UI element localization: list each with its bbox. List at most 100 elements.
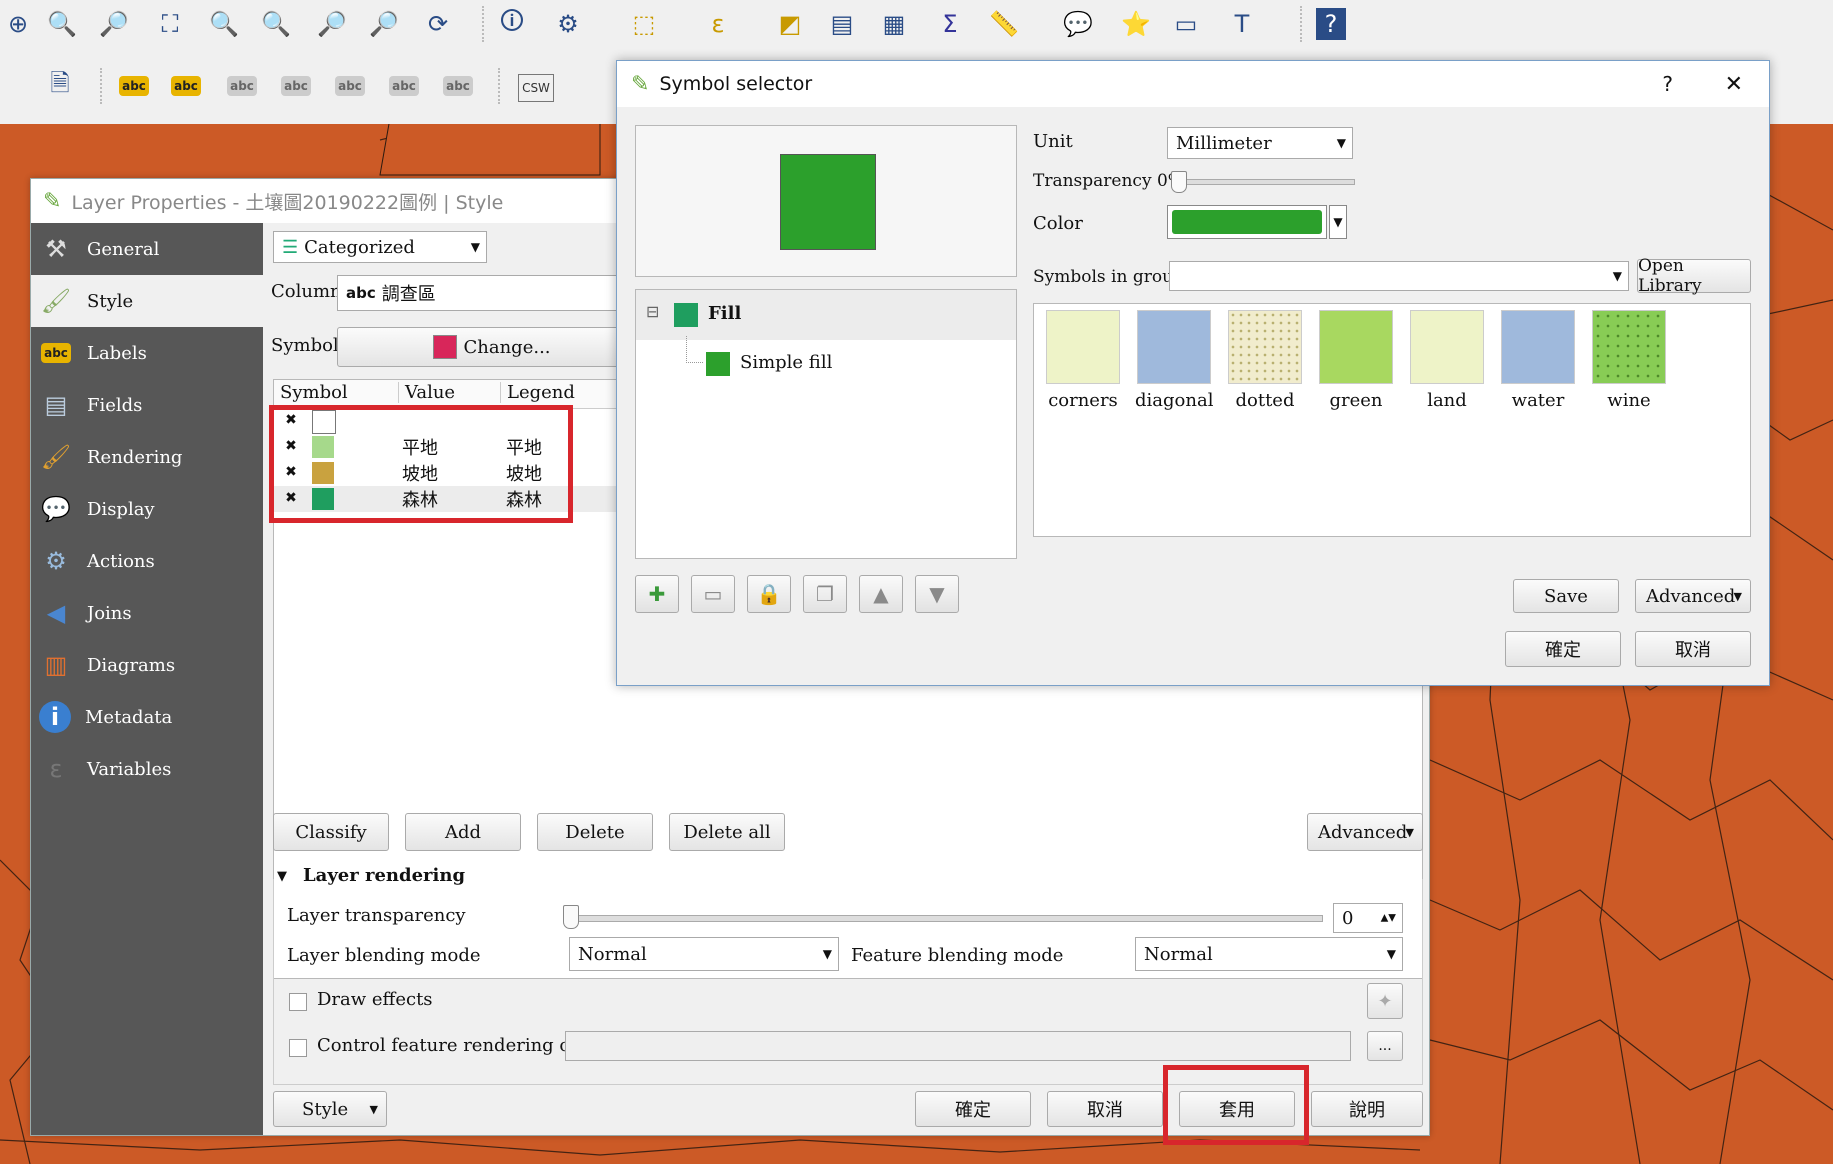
show-bookmarks-icon[interactable]: ▭ [1168, 6, 1204, 42]
sidebar-item-general[interactable]: ⚒ General [31, 223, 263, 275]
tree-item-fill[interactable]: ⊟ Fill [636, 290, 1016, 340]
map-tips-icon[interactable]: 💬 [1060, 6, 1096, 42]
symbol-diagonal[interactable]: diagonal [1135, 310, 1213, 411]
zoom-selection-icon[interactable]: 🔍 [206, 6, 242, 42]
classify-button[interactable]: Classify [273, 813, 389, 851]
layer-labeling-options-icon[interactable]: 🗎 [42, 68, 78, 104]
draw-effects-checkbox[interactable] [289, 993, 307, 1011]
help-icon[interactable]: ? [1316, 8, 1346, 40]
field-calculator-icon[interactable]: ▦ [876, 6, 912, 42]
unit-select[interactable]: Millimeter ▼ [1167, 127, 1353, 159]
symbol-group-select[interactable]: ▼ [1169, 261, 1629, 291]
highlight-pinned-icon[interactable]: abc [224, 68, 260, 104]
layer-blending-select[interactable]: Normal ▼ [569, 937, 839, 971]
delete-all-button[interactable]: Delete all [669, 813, 785, 851]
save-symbol-button[interactable]: Save [1513, 579, 1619, 613]
renderer-select[interactable]: ☰ Categorized ▼ [273, 231, 487, 263]
move-up-icon[interactable]: ▲ [859, 575, 903, 613]
move-label-icon[interactable]: abc [332, 68, 368, 104]
deselect-icon[interactable]: ◩ [772, 6, 808, 42]
zoom-native-icon[interactable]: 🔎 [96, 6, 132, 42]
zoom-full-icon[interactable]: ⛶ [152, 6, 188, 42]
label-icon[interactable]: abc [116, 68, 152, 104]
text-annotation-icon[interactable]: T [1224, 6, 1260, 42]
sidebar-item-joins[interactable]: ◀ Joins [31, 587, 263, 639]
tree-item-simple-fill[interactable]: Simple fill [636, 336, 1016, 386]
symbol-ok-button[interactable]: 確定 [1505, 631, 1621, 667]
rotate-label-icon[interactable]: abc [386, 68, 422, 104]
sidebar-item-style[interactable]: 🖌 Style [31, 275, 263, 327]
symbol-wine[interactable]: wine [1590, 310, 1668, 411]
add-layer-icon[interactable]: ✚ [635, 575, 679, 613]
symbol-layer-tree[interactable]: ⊟ Fill Simple fill [635, 289, 1017, 559]
color-button[interactable] [1167, 205, 1327, 239]
chevron-down-icon: ▼ [1733, 589, 1742, 603]
zoom-out-icon[interactable]: 🔍 [44, 6, 80, 42]
close-icon[interactable]: ✕ [1725, 72, 1743, 97]
change-label-icon[interactable]: abc [440, 68, 476, 104]
effects-star-icon[interactable]: ✦ [1367, 983, 1403, 1019]
column-header-symbol[interactable]: Symbol [280, 382, 348, 403]
column-select[interactable]: abc 調查區 [337, 275, 647, 311]
sidebar-item-display[interactable]: 💬 Display [31, 483, 263, 535]
sidebar-item-variables[interactable]: ε Variables [31, 743, 263, 795]
add-button[interactable]: Add [405, 813, 521, 851]
show-hide-label-icon[interactable]: abc [278, 68, 314, 104]
advanced-button[interactable]: Advanced ▼ [1307, 813, 1423, 851]
select-features-icon[interactable]: ⬚ [626, 6, 662, 42]
rendering-order-button[interactable]: ... [1367, 1031, 1403, 1061]
color-dropdown-arrow-icon[interactable]: ▼ [1329, 205, 1347, 239]
cancel-button[interactable]: 取消 [1047, 1091, 1163, 1127]
advanced-symbol-button[interactable]: Advanced ▼ [1635, 579, 1751, 613]
attribute-table-icon[interactable]: ▤ [824, 6, 860, 42]
open-library-button[interactable]: Open Library [1637, 256, 1751, 296]
lock-layer-icon[interactable]: 🔒 [747, 575, 791, 613]
sidebar-item-fields[interactable]: ▤ Fields [31, 379, 263, 431]
symbol-cancel-button[interactable]: 取消 [1635, 631, 1751, 667]
symbol-corners[interactable]: corners [1044, 310, 1122, 411]
statistics-sigma-icon[interactable]: Σ [932, 6, 968, 42]
move-down-icon[interactable]: ▼ [915, 575, 959, 613]
change-symbol-button[interactable]: Change... [337, 327, 647, 367]
duplicate-layer-icon[interactable]: ❐ [803, 575, 847, 613]
ok-button[interactable]: 確定 [915, 1091, 1031, 1127]
spin-arrows-icon[interactable]: ▲▼ [1381, 913, 1396, 924]
symbol-dotted[interactable]: dotted [1226, 310, 1304, 411]
sidebar-item-diagrams[interactable]: ▥ Diagrams [31, 639, 263, 691]
symbol-land[interactable]: land [1408, 310, 1486, 411]
transparency-slider[interactable] [569, 915, 1323, 922]
transparency-spinbox[interactable]: 0 ▲▼ [1333, 903, 1403, 933]
sidebar-item-labels[interactable]: abc Labels [31, 327, 263, 379]
zoom-last-icon[interactable]: 🔎 [314, 6, 350, 42]
symbol-library-grid[interactable]: corners diagonal dotted green land water… [1033, 303, 1751, 537]
select-by-expression-icon[interactable]: ε [700, 6, 736, 42]
column-header-value[interactable]: Value [398, 382, 455, 403]
help-question-button[interactable]: ? [1662, 72, 1673, 96]
control-order-checkbox[interactable] [289, 1039, 307, 1057]
slider-handle[interactable] [563, 905, 579, 929]
style-menu-button[interactable]: Style ▼ [273, 1091, 387, 1127]
csw-icon[interactable]: CSW [518, 74, 554, 102]
remove-layer-icon[interactable]: ▭ [691, 575, 735, 613]
identify-icon[interactable]: 🛈 [494, 6, 530, 42]
symbol-water[interactable]: water [1499, 310, 1577, 411]
help-button[interactable]: 說明 [1311, 1091, 1423, 1127]
collapse-icon[interactable]: ⊟ [646, 302, 659, 321]
new-bookmark-icon[interactable]: ⭐ [1118, 6, 1154, 42]
zoom-layer-icon[interactable]: 🔍 [258, 6, 294, 42]
slider-handle[interactable] [1171, 171, 1187, 193]
transparency-slider[interactable] [1177, 179, 1355, 185]
refresh-icon[interactable]: ⟳ [420, 6, 456, 42]
pan-map-icon[interactable]: ⊕ [0, 6, 36, 42]
column-header-legend[interactable]: Legend [500, 382, 575, 403]
sidebar-item-metadata[interactable]: i Metadata [31, 691, 263, 743]
measure-icon[interactable]: 📏 [986, 6, 1022, 42]
pin-label-icon[interactable]: abc [168, 68, 204, 104]
delete-button[interactable]: Delete [537, 813, 653, 851]
sidebar-item-actions[interactable]: ⚙ Actions [31, 535, 263, 587]
action-icon[interactable]: ⚙ [550, 6, 586, 42]
symbol-green[interactable]: green [1317, 310, 1395, 411]
sidebar-item-rendering[interactable]: 🖌 Rendering [31, 431, 263, 483]
feature-blending-select[interactable]: Normal ▼ [1135, 937, 1403, 971]
zoom-next-icon[interactable]: 🔎 [366, 6, 402, 42]
